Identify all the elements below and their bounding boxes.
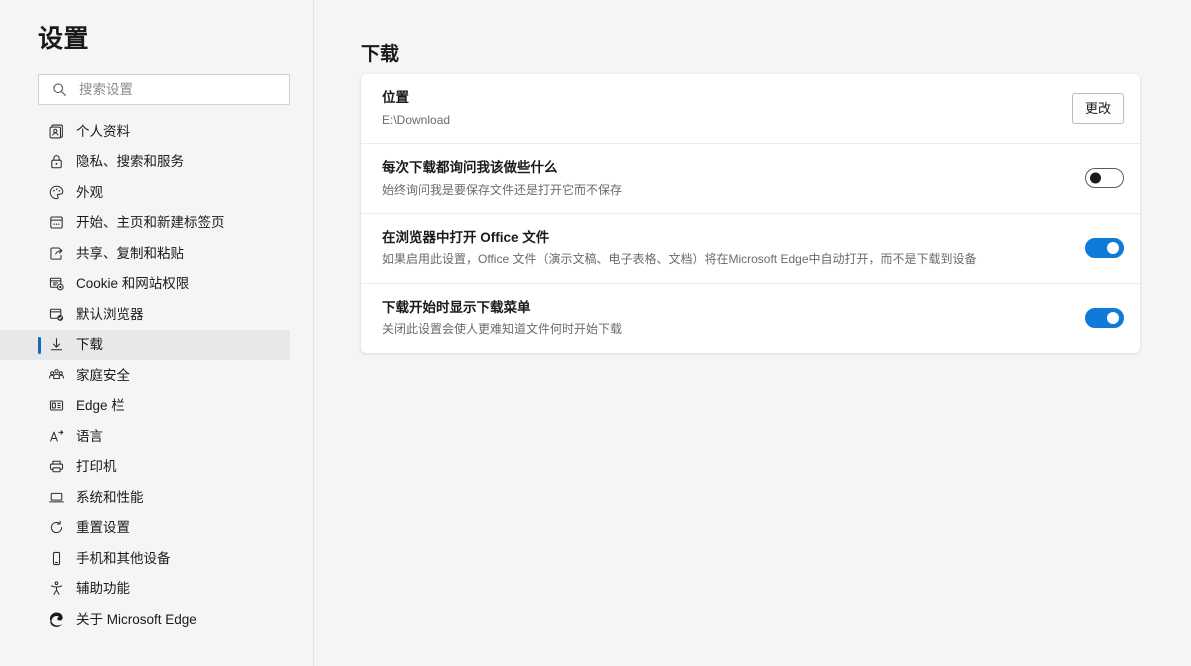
toggle-knob — [1107, 242, 1119, 255]
sidebar-item-label: Cookie 和网站权限 — [76, 276, 190, 291]
sidebar-item-family-safety[interactable]: 家庭安全 — [0, 360, 290, 391]
settings-content: 下载 位置 E:\Download 更改 每次下载都询问我该做些什么 始终询问我… — [314, 0, 1191, 666]
sidebar-item-label: 共享、复制和粘贴 — [76, 245, 184, 261]
palette-icon — [49, 185, 64, 199]
setting-description: 关闭此设置会使人更难知道文件何时开始下载 — [382, 322, 623, 337]
downloads-settings-card: 位置 E:\Download 更改 每次下载都询问我该做些什么 始终询问我是要保… — [361, 74, 1140, 353]
sidebar-item-reset-settings[interactable]: 重置设置 — [0, 513, 290, 544]
setting-row-open-office-in-browser: 在浏览器中打开 Office 文件 如果启用此设置，Office 文件（演示文稿… — [361, 214, 1140, 284]
setting-control — [1085, 238, 1124, 259]
sidebar-item-label: 打印机 — [76, 459, 117, 474]
setting-description: E:\Download — [382, 112, 451, 127]
phone-icon — [52, 551, 61, 565]
sidebar-item-label: 隐私、搜索和服务 — [76, 154, 184, 169]
download-arrow-icon — [50, 338, 63, 351]
cookie-permissions-icon — [49, 277, 64, 291]
accessibility-person-icon — [50, 581, 63, 596]
settings-nav-list: 个人资料 隐私、搜索和服务 外观 开始、主页和新建标签页 共享、复制和粘贴 Co… — [0, 116, 314, 635]
toggle-open-office-in-browser[interactable] — [1085, 238, 1124, 259]
sidebar-item-label: 语言 — [76, 428, 103, 444]
search-input[interactable] — [79, 82, 281, 97]
new-tab-page-icon — [50, 216, 63, 229]
setting-row-text: 下载开始时显示下载菜单 关闭此设置会使人更难知道文件何时开始下载 — [382, 284, 1069, 353]
sidebar-item-cookies-site-permissions[interactable]: Cookie 和网站权限 — [0, 269, 290, 300]
reset-arrow-icon — [50, 520, 63, 534]
page-title: 下载 — [361, 43, 400, 65]
sidebar-item-phone-other-devices[interactable]: 手机和其他设备 — [0, 543, 290, 574]
language-icon — [49, 429, 64, 442]
setting-title: 在浏览器中打开 Office 文件 — [382, 229, 550, 245]
sidebar-item-label: Edge 栏 — [76, 398, 125, 413]
sidebar-item-printers[interactable]: 打印机 — [0, 452, 290, 483]
toggle-ask-where-to-save[interactable] — [1085, 168, 1124, 189]
sidebar-item-label: 手机和其他设备 — [76, 550, 171, 566]
sidebar-item-label: 默认浏览器 — [76, 306, 144, 322]
sidebar-item-label: 辅助功能 — [76, 581, 130, 596]
share-icon — [50, 247, 63, 260]
setting-row-text: 位置 E:\Download — [382, 74, 1056, 143]
search-icon — [53, 83, 66, 96]
edge-logo-icon — [49, 612, 63, 627]
sidebar-item-accessibility[interactable]: 辅助功能 — [0, 574, 290, 605]
setting-control — [1085, 168, 1124, 189]
toggle-knob — [1090, 172, 1101, 184]
sidebar-item-label: 下载 — [76, 337, 103, 352]
sidebar-item-profile[interactable]: 个人资料 — [0, 116, 290, 147]
sidebar-item-start-home-newtab[interactable]: 开始、主页和新建标签页 — [0, 208, 290, 239]
laptop-icon — [49, 492, 64, 503]
search-settings-box[interactable] — [38, 74, 290, 105]
sidebar-item-system-performance[interactable]: 系统和性能 — [0, 482, 290, 513]
profile-card-icon — [49, 124, 63, 139]
setting-description: 始终询问我是要保存文件还是打开它而不保存 — [382, 182, 623, 197]
settings-sidebar: 设置 个人资料 — [0, 0, 314, 666]
setting-title: 每次下载都询问我该做些什么 — [382, 159, 558, 175]
setting-row-ask-where-to-save: 每次下载都询问我该做些什么 始终询问我是要保存文件还是打开它而不保存 — [361, 144, 1140, 214]
sidebar-item-label: 重置设置 — [76, 520, 130, 535]
settings-title: 设置 — [38, 25, 90, 53]
edge-bar-icon — [49, 400, 64, 411]
sidebar-item-label: 个人资料 — [76, 123, 130, 139]
settings-page: 设置 个人资料 — [0, 0, 1191, 666]
sidebar-item-share-copy-paste[interactable]: 共享、复制和粘贴 — [0, 238, 290, 269]
setting-row-text: 每次下载都询问我该做些什么 始终询问我是要保存文件还是打开它而不保存 — [382, 144, 1069, 213]
sidebar-item-appearance[interactable]: 外观 — [0, 177, 290, 208]
sidebar-item-languages[interactable]: 语言 — [0, 421, 290, 452]
lock-icon — [51, 155, 62, 169]
sidebar-item-downloads[interactable]: 下载 — [0, 329, 290, 360]
setting-control: 更改 — [1071, 92, 1124, 124]
printer-icon — [49, 460, 64, 473]
sidebar-item-label: 开始、主页和新建标签页 — [76, 215, 225, 230]
setting-title: 下载开始时显示下载菜单 — [382, 299, 531, 315]
default-browser-check-icon — [49, 308, 64, 321]
setting-title: 位置 — [382, 90, 409, 105]
change-location-button[interactable]: 更改 — [1071, 92, 1124, 124]
setting-row-location: 位置 E:\Download 更改 — [361, 74, 1140, 144]
sidebar-item-privacy-search-services[interactable]: 隐私、搜索和服务 — [0, 147, 290, 178]
family-group-icon — [49, 368, 64, 379]
setting-control — [1085, 308, 1124, 329]
sidebar-item-label: 系统和性能 — [76, 489, 144, 505]
setting-row-show-downloads-menu: 下载开始时显示下载菜单 关闭此设置会使人更难知道文件何时开始下载 — [361, 284, 1140, 353]
setting-description: 如果启用此设置，Office 文件（演示文稿、电子表格、文档）将在Microso… — [382, 252, 977, 267]
sidebar-item-about-edge[interactable]: 关于 Microsoft Edge — [0, 604, 290, 635]
sidebar-item-label: 关于 Microsoft Edge — [76, 611, 197, 627]
toggle-knob — [1107, 312, 1119, 325]
sidebar-item-edge-bar[interactable]: Edge 栏 — [0, 391, 290, 422]
setting-row-text: 在浏览器中打开 Office 文件 如果启用此设置，Office 文件（演示文稿… — [382, 214, 1069, 283]
sidebar-item-label: 家庭安全 — [76, 367, 130, 383]
toggle-show-downloads-menu[interactable] — [1085, 308, 1124, 329]
sidebar-item-label: 外观 — [76, 184, 103, 200]
sidebar-item-default-browser[interactable]: 默认浏览器 — [0, 299, 290, 330]
